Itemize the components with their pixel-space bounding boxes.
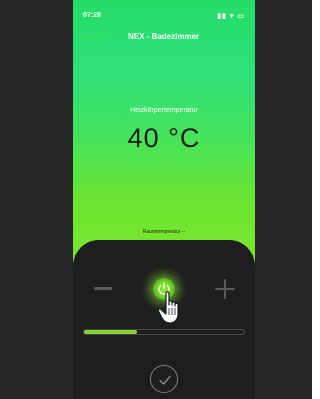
progress-bar bbox=[83, 329, 245, 335]
plus-button[interactable] bbox=[215, 279, 235, 299]
temperature-header-area: 07:28 ▮▮ ▾ ▭ ‹ Zurück NEX - Badezimmer H… bbox=[73, 0, 255, 265]
back-label: Zurück bbox=[81, 32, 106, 42]
status-time: 07:28 bbox=[83, 12, 101, 19]
screen-frame: 07:28 ▮▮ ▾ ▭ ‹ Zurück NEX - Badezimmer H… bbox=[0, 0, 312, 399]
page-title: NEX - Badezimmer bbox=[128, 32, 200, 41]
minus-button[interactable] bbox=[94, 287, 112, 290]
checkmark-icon bbox=[159, 375, 171, 385]
chevron-left-icon: ‹ bbox=[77, 31, 81, 42]
confirm-button[interactable] bbox=[150, 365, 178, 393]
hand-pointer-icon bbox=[157, 291, 179, 324]
navigation-bar: ‹ Zurück NEX - Badezimmer bbox=[73, 32, 255, 46]
progress-fill bbox=[84, 330, 137, 334]
phone-screen: 07:28 ▮▮ ▾ ▭ ‹ Zurück NEX - Badezimmer H… bbox=[73, 0, 255, 399]
temperature-heading: Heizkörpertemperatur bbox=[130, 107, 198, 114]
temperature-value: 40 °C bbox=[127, 123, 201, 153]
status-icons: ▮▮ ▾ ▭ bbox=[217, 13, 245, 20]
back-button[interactable]: ‹ Zurück bbox=[77, 32, 106, 42]
status-bar: 07:28 ▮▮ ▾ ▭ bbox=[73, 12, 255, 24]
room-temperature-label: Raumtemperatur -- bbox=[142, 229, 186, 235]
